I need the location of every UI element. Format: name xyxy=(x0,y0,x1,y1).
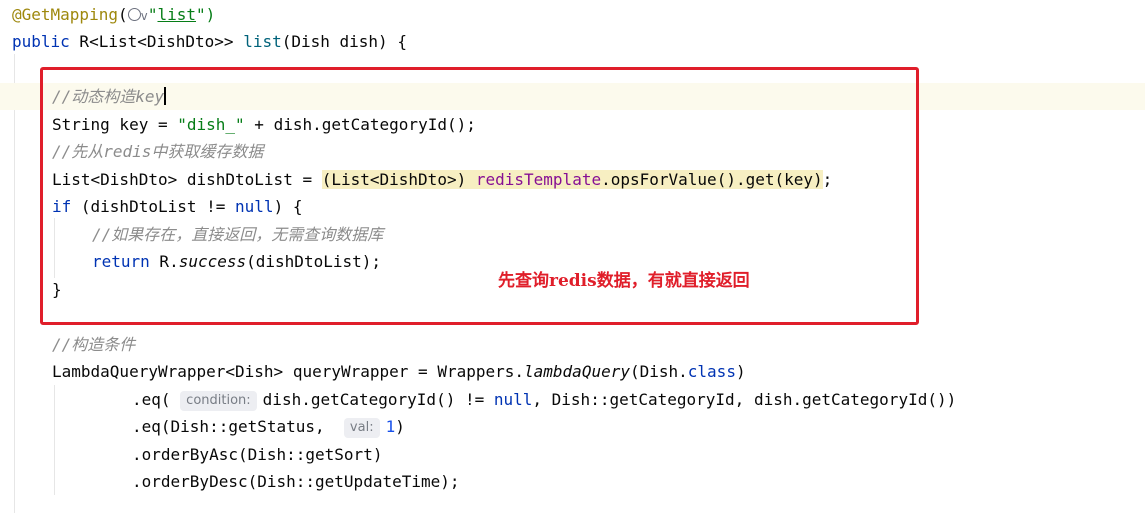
code-line-11: //构造条件 xyxy=(52,335,136,354)
code-line-14: .eq(Dish::getStatus, val: 1) xyxy=(132,417,405,438)
code-line-12: LambdaQueryWrapper<Dish> queryWrapper = … xyxy=(52,362,746,381)
annotation-note: 先查询redis数据，有就直接返回 xyxy=(498,271,750,291)
mapping-path-link[interactable]: list xyxy=(157,5,196,24)
param-hint-val: val: xyxy=(343,418,380,438)
code-line-15: .orderByAsc(Dish::getSort) xyxy=(132,445,383,464)
param-hint-condition: condition: xyxy=(180,391,257,411)
annotation-getmapping: @GetMapping xyxy=(12,5,118,24)
code-line-16: .orderByDesc(Dish::getUpdateTime); xyxy=(132,472,460,491)
code-line-13: .eq( condition: dish.getCategoryId() != n… xyxy=(132,390,957,411)
chevron-down-icon[interactable]: v xyxy=(141,9,148,23)
red-highlight-box xyxy=(40,67,919,325)
code-line-2: public R<List<DishDto>> list(Dish dish) … xyxy=(12,32,407,51)
code-line-1: @GetMapping(v"list") xyxy=(12,5,216,24)
method-name: list xyxy=(243,32,282,51)
globe-icon[interactable] xyxy=(127,8,141,21)
